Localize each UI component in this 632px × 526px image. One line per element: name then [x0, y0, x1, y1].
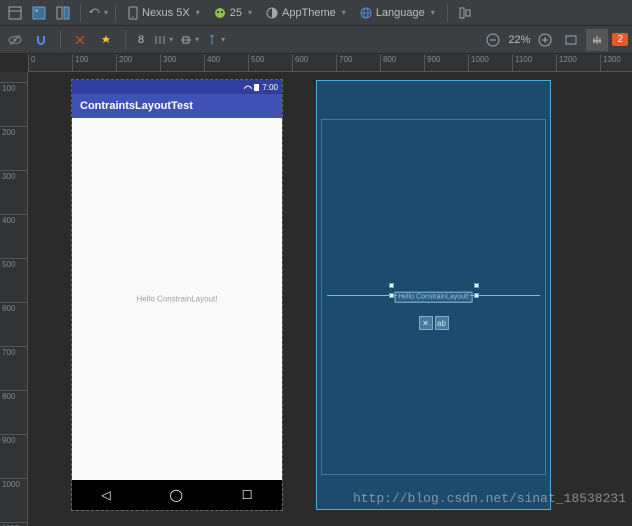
top-toolbar: ▾ Nexus 5X ▾ 25 ▾ AppTheme ▾ Language ▾ — [0, 0, 632, 26]
hello-textview[interactable]: Hello ConstrainLayout! — [137, 295, 218, 304]
default-margin[interactable]: 8 — [134, 34, 148, 46]
fit-screen-icon[interactable] — [560, 29, 582, 51]
baseline-icon[interactable]: ab — [435, 316, 449, 330]
ruler-horizontal: 0100200300400500600700800900100011001200… — [28, 54, 632, 72]
blueprint-view-icon[interactable] — [28, 2, 50, 24]
ruler-vertical: 10020030040050060070080090010001100 — [0, 72, 28, 526]
design-view-icon[interactable] — [4, 2, 26, 24]
phone-blueprint[interactable]: Hello ConstrainLayout! ✕ ab — [316, 80, 551, 510]
separator — [447, 4, 448, 22]
margin-value: 8 — [138, 34, 144, 46]
api-selector[interactable]: 25 ▾ — [208, 7, 258, 19]
magnet-icon[interactable] — [30, 29, 52, 51]
blueprint-widget-tools: ✕ ab — [419, 316, 449, 330]
zoom-value: 22% — [508, 34, 530, 46]
resize-handle[interactable] — [389, 283, 394, 288]
phone-appbar: ContraintsLayoutTest — [72, 94, 282, 118]
delete-constraint-icon[interactable]: ✕ — [419, 316, 433, 330]
api-label: 25 — [230, 7, 242, 19]
separator — [125, 31, 126, 49]
device-selector[interactable]: Nexus 5X ▾ — [122, 6, 206, 20]
separator — [60, 31, 61, 49]
pan-icon[interactable] — [586, 29, 608, 51]
status-time: 7:00 — [262, 83, 278, 92]
nav-recent-icon: ☐ — [242, 488, 253, 502]
phone-design-preview[interactable]: 7:00 ContraintsLayoutTest Hello Constrai… — [72, 80, 282, 510]
eye-icon[interactable] — [4, 29, 26, 51]
app-title: ContraintsLayoutTest — [80, 100, 193, 112]
constraint-line-right — [470, 295, 540, 296]
resize-handle[interactable] — [389, 293, 394, 298]
clear-constraints-icon[interactable] — [69, 29, 91, 51]
language-selector[interactable]: Language ▾ — [354, 7, 441, 19]
language-label: Language — [376, 7, 425, 19]
watermark-text: http://blog.csdn.net/sinat_18538231 — [353, 491, 626, 506]
separator — [115, 4, 116, 22]
align-icon[interactable]: ▾ — [178, 29, 200, 51]
variants-icon[interactable] — [454, 2, 476, 24]
phone-navbar: ◁ ◯ ☐ — [72, 480, 282, 510]
phone-statusbar: 7:00 — [72, 80, 282, 94]
zoom-in-icon[interactable] — [534, 29, 556, 51]
split-view-icon[interactable] — [52, 2, 74, 24]
nav-home-icon: ◯ — [170, 488, 183, 502]
resize-handle[interactable] — [474, 293, 479, 298]
blueprint-textview[interactable]: Hello ConstrainLayout! — [394, 292, 473, 303]
zoom-out-icon[interactable] — [482, 29, 504, 51]
device-label: Nexus 5X — [142, 7, 190, 19]
theme-selector[interactable]: AppTheme ▾ — [260, 7, 352, 19]
viewport[interactable]: 7:00 ContraintsLayoutTest Hello Constrai… — [28, 72, 632, 526]
wifi-icon — [244, 83, 252, 91]
theme-label: AppTheme — [282, 7, 336, 19]
battery-icon — [254, 83, 260, 91]
warning-badge[interactable]: 2 — [612, 33, 628, 46]
phone-content[interactable]: Hello ConstrainLayout! — [72, 118, 282, 480]
design-toolbar: 8 ▾ ▾ ▾ 22% 2 — [0, 26, 632, 54]
pack-icon[interactable]: ▾ — [152, 29, 174, 51]
canvas-area: 0100200300400500600700800900100011001200… — [0, 54, 632, 526]
constraint-line-left — [327, 295, 397, 296]
infer-constraints-icon[interactable] — [95, 29, 117, 51]
nav-back-icon: ◁ — [101, 488, 110, 502]
guideline-icon[interactable]: ▾ — [204, 29, 226, 51]
orientation-icon[interactable]: ▾ — [87, 2, 109, 24]
separator — [80, 4, 81, 22]
resize-handle[interactable] — [474, 283, 479, 288]
